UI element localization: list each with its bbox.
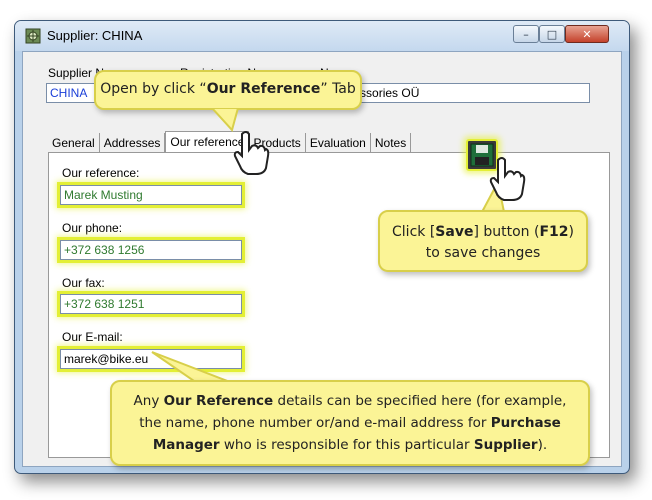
open-callout-prefix: Open by click “ <box>100 81 207 97</box>
save-callout-line1: Click [Save] button (F12) <box>380 222 586 243</box>
close-button[interactable]: ✕ <box>565 25 609 43</box>
window-title: Supplier: CHINA <box>47 28 143 43</box>
pointer-hand-icon <box>489 157 526 201</box>
tab-evaluation[interactable]: Evaluation <box>305 133 371 153</box>
open-tab-callout: Open by click “Our Reference” Tab <box>94 70 362 110</box>
minimize-button[interactable]: – <box>513 25 539 43</box>
info-b3: Supplier <box>473 437 538 453</box>
title-bar[interactable]: Supplier: CHINA – □ ✕ <box>15 21 629 51</box>
email-label: Our E-mail: <box>62 330 123 344</box>
phone-label: Our phone: <box>62 221 123 235</box>
tab-strip: General Addresses Our reference Products… <box>48 131 412 153</box>
tab-notes[interactable]: Notes <box>370 133 412 153</box>
open-callout-suffix: ” Tab <box>320 81 356 97</box>
save-callout-bold: Save <box>435 224 474 240</box>
phone-input[interactable]: +372 638 1256 <box>60 240 242 260</box>
save-callout-line2: to save changes <box>425 245 541 261</box>
supplier-app-icon <box>25 28 41 44</box>
save-callout-mid: ] button ( <box>473 224 540 240</box>
open-callout-pointer <box>210 108 240 132</box>
open-callout-bold: Our Reference <box>206 81 321 97</box>
save-callout-key: F12 <box>539 224 569 240</box>
tab-addresses[interactable]: Addresses <box>99 133 166 153</box>
fax-input[interactable]: +372 638 1251 <box>60 294 242 314</box>
info-callout: Any Our Reference details can be specifi… <box>110 380 590 466</box>
tab-general[interactable]: General <box>48 133 100 153</box>
info-p1: Any <box>133 393 164 409</box>
info-p3: who is responsible for this particular <box>219 437 474 453</box>
reference-input[interactable]: Marek Musting <box>60 185 242 205</box>
save-callout-prefix: Click [ <box>392 224 436 240</box>
reference-label: Our reference: <box>62 166 140 180</box>
info-b1: Our Reference <box>163 393 274 409</box>
info-p4: ). <box>537 437 548 453</box>
save-callout-suffix: ) <box>568 224 574 240</box>
maximize-button[interactable]: □ <box>539 25 565 43</box>
save-callout: Click [Save] button (F12) to save change… <box>378 210 588 272</box>
pointer-hand-icon <box>233 131 270 175</box>
fax-label: Our fax: <box>62 276 105 290</box>
